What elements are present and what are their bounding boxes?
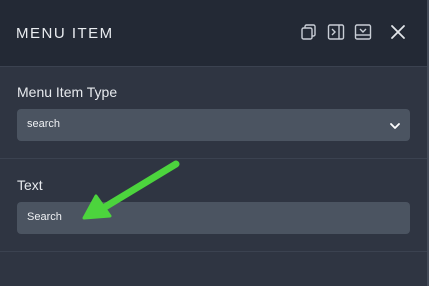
menu-item-type-value: search <box>27 118 61 130</box>
menu-item-panel: MENU ITEM Menu Item Type search Text Sea… <box>0 0 429 286</box>
menu-item-type-section: Menu Item Type search <box>0 67 427 159</box>
panel-header: MENU ITEM <box>0 0 427 67</box>
panel-collapse-icon[interactable] <box>327 23 345 41</box>
text-input-value: Search <box>27 211 62 223</box>
menu-item-type-label: Menu Item Type <box>17 84 118 100</box>
panel-title: MENU ITEM <box>16 25 114 42</box>
green-arrow-annotation <box>82 160 180 220</box>
text-section: Text Search <box>0 159 427 252</box>
close-icon[interactable] <box>390 24 406 40</box>
save-icon[interactable] <box>354 23 372 41</box>
text-label: Text <box>17 177 43 193</box>
copy-icon[interactable] <box>300 23 318 41</box>
chevron-down-icon <box>389 119 401 131</box>
menu-item-type-select[interactable]: search <box>17 109 410 141</box>
text-input[interactable]: Search <box>17 202 410 234</box>
